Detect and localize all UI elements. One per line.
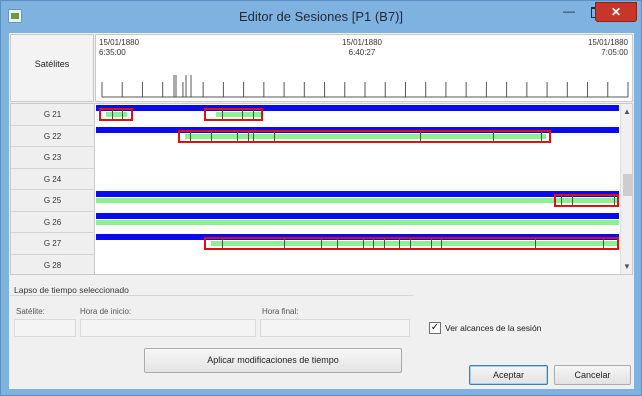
highlight-box: [203, 108, 264, 121]
satellite-row-label: G 26: [11, 211, 95, 233]
vertical-scrollbar[interactable]: ▲ ▼: [620, 104, 632, 274]
satellite-column-header: Satélites: [10, 34, 94, 102]
satellite-session-grid[interactable]: G 21 G 22 G 23 G 24 G 25 G 26 G 27 G 28 ▲ ▼: [10, 103, 633, 275]
visibility-segment[interactable]: [96, 219, 619, 225]
satellite-track[interactable]: [96, 126, 619, 148]
satellite-row-label: G 28: [11, 254, 95, 274]
satellite-row[interactable]: G 27: [11, 233, 619, 255]
satellite-track[interactable]: [96, 169, 619, 191]
group-divider: [10, 295, 413, 296]
visibility-segment[interactable]: [96, 198, 619, 203]
satellite-track[interactable]: [96, 147, 619, 169]
satellite-row[interactable]: G 25: [11, 190, 619, 212]
show-ranges-label[interactable]: Ver alcances de la sesión: [445, 323, 541, 333]
scroll-down-icon[interactable]: ▼: [621, 261, 632, 273]
satellite-track[interactable]: [96, 104, 619, 126]
session-bar[interactable]: [96, 105, 619, 111]
start-time-field-label: Hora de inicio:: [80, 307, 132, 316]
dialog-client-area: Satélites 15/01/1880 6:35:00 15/01/1880 …: [9, 33, 634, 389]
satellite-row[interactable]: G 22: [11, 125, 619, 148]
satellite-row[interactable]: G 26: [11, 211, 619, 234]
show-ranges-checkbox[interactable]: ✓: [429, 322, 441, 334]
scroll-up-icon[interactable]: ▲: [621, 106, 632, 118]
satellite-row-label: G 24: [11, 168, 95, 190]
start-time-field[interactable]: [80, 319, 256, 337]
apply-time-changes-button[interactable]: Aplicar modificaciones de tiempo: [144, 348, 402, 373]
satellite-row[interactable]: G 21: [11, 104, 619, 126]
highlight-box: [203, 237, 619, 250]
scroll-thumb[interactable]: [623, 174, 632, 196]
satellite-row-label: G 27: [11, 233, 95, 255]
title-bar[interactable]: Editor de Sesiones [P1 (B7)] — ✕: [1, 1, 641, 33]
satellite-field[interactable]: [14, 319, 76, 337]
satellite-track[interactable]: [96, 190, 619, 212]
session-editor-window: Editor de Sesiones [P1 (B7)] — ✕ Satélit…: [0, 0, 642, 396]
session-bar[interactable]: [96, 212, 619, 219]
selected-time-span-group: Lapso de tiempo seleccionado Satélite: H…: [10, 283, 415, 383]
satellite-row-label: G 25: [11, 190, 95, 212]
close-button[interactable]: ✕: [595, 2, 637, 22]
satellite-track[interactable]: [96, 255, 619, 275]
window-title: Editor de Sesiones [P1 (B7)]: [238, 9, 404, 24]
highlight-box: [554, 194, 619, 207]
minimize-button[interactable]: —: [556, 2, 582, 22]
satellite-row-label: G 22: [11, 125, 95, 147]
satellite-field-label: Satélite:: [16, 307, 45, 316]
satellite-row[interactable]: G 28: [11, 254, 619, 275]
group-caption: Lapso de tiempo seleccionado: [14, 285, 129, 295]
satellite-track[interactable]: [96, 212, 619, 234]
end-time-field[interactable]: [260, 319, 410, 337]
satellite-track[interactable]: [96, 233, 619, 255]
session-bar[interactable]: [96, 191, 619, 197]
end-time-field-label: Hora final:: [262, 307, 299, 316]
satellite-row-label: G 23: [11, 147, 95, 169]
highlight-box: [99, 108, 133, 121]
satellite-row[interactable]: G 23: [11, 147, 619, 169]
highlight-box: [177, 129, 551, 143]
satellites-header-label: Satélites: [34, 59, 70, 69]
accept-button[interactable]: Aceptar: [469, 365, 548, 385]
satellite-row-label: G 21: [11, 104, 95, 126]
timeline-ruler[interactable]: 15/01/1880 6:35:00 15/01/1880 6:40:27 15…: [95, 34, 633, 102]
timeline-ticks: [101, 75, 629, 98]
cancel-button[interactable]: Cancelar: [554, 365, 631, 385]
satellite-row[interactable]: G 24: [11, 168, 619, 191]
